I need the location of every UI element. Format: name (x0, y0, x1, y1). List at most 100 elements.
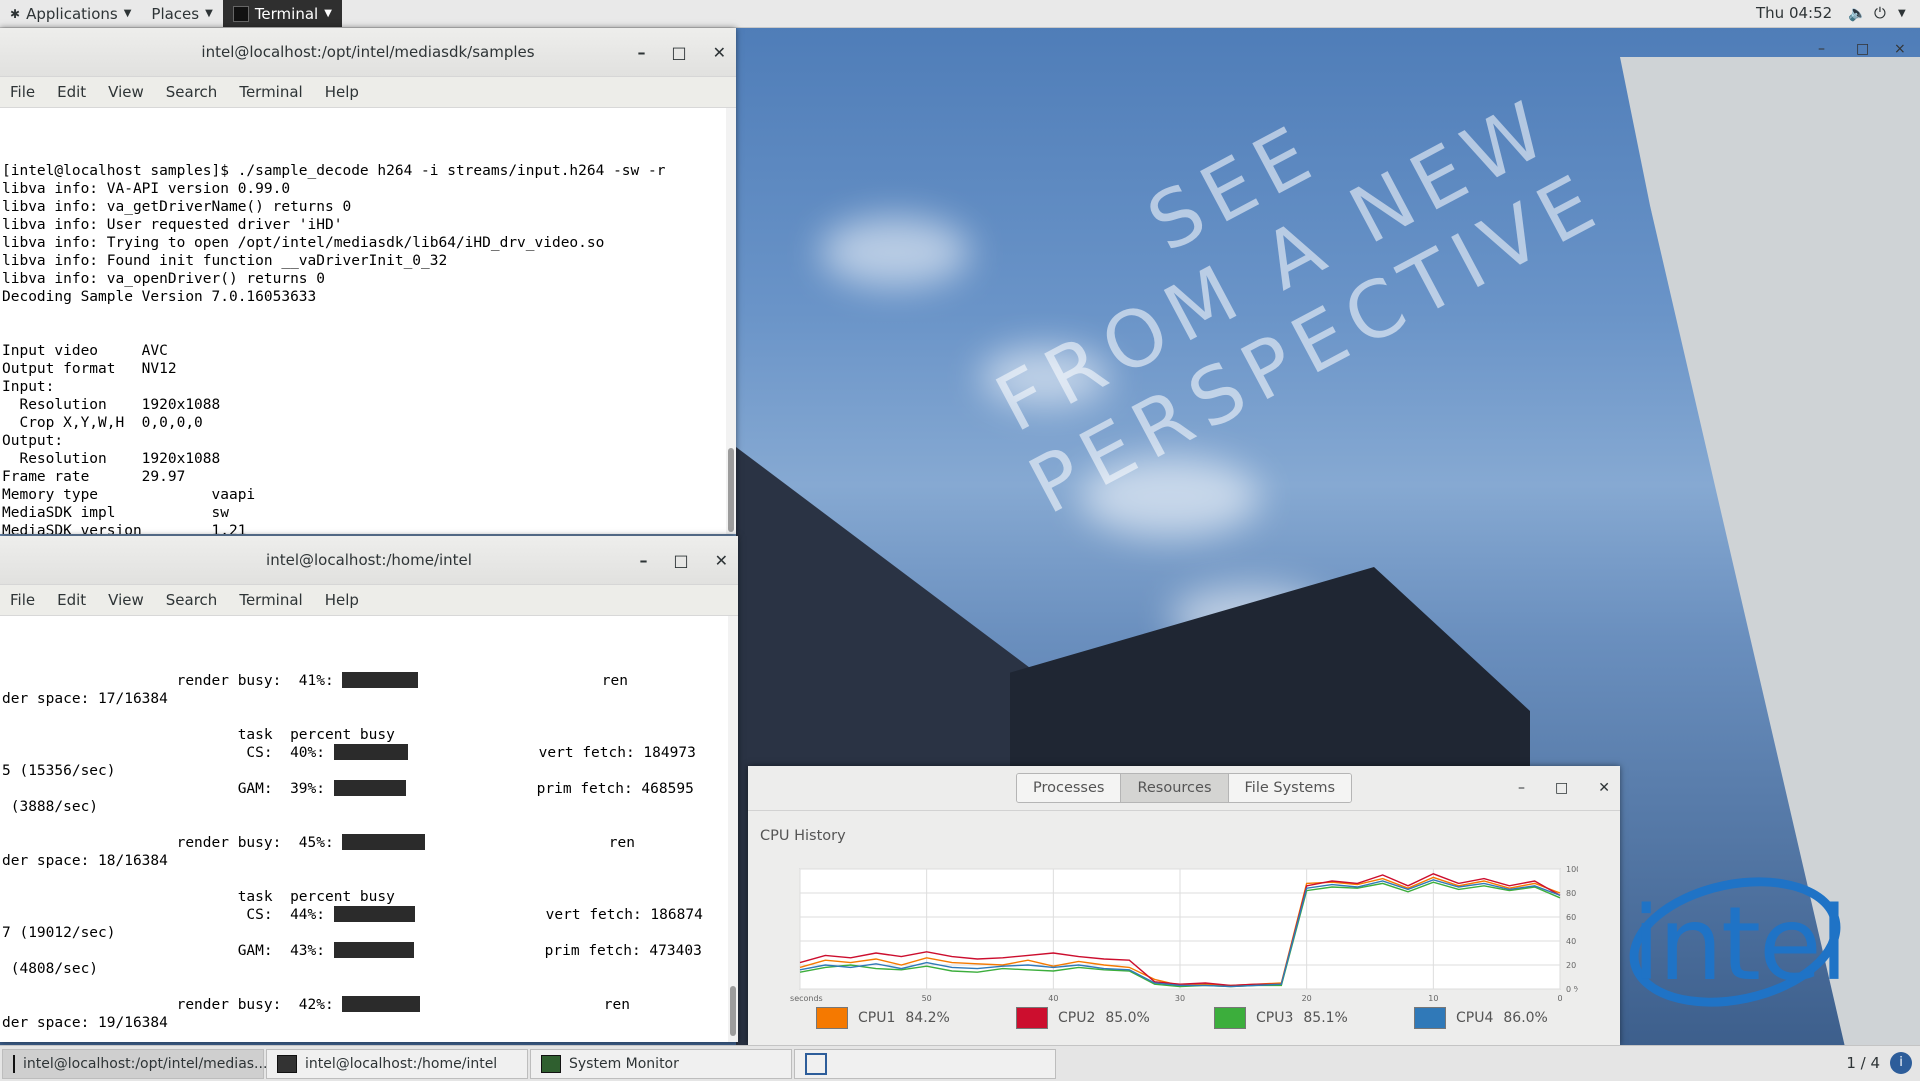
terminal-line (2, 1032, 738, 1044)
terminal-text: vert fetch: 186874 (414, 907, 703, 923)
terminal-output[interactable]: render busy: 41%: ren der space: 17/16384… (0, 616, 738, 1044)
legend-cpu2[interactable]: CPU2 85.0% (1016, 1007, 1150, 1029)
terminal-line: Resolution 1920x1088 (2, 397, 221, 413)
legend-label: CPU3 (1256, 1010, 1294, 1026)
terminal-text: prim fetch: 468595 (405, 781, 694, 797)
legend-value: 86.0% (1503, 1010, 1548, 1026)
legend-cpu1[interactable]: CPU1 84.2% (816, 1007, 950, 1029)
maximize-button[interactable]: □ (671, 43, 686, 62)
legend-cpu3[interactable]: CPU3 85.1% (1214, 1007, 1348, 1029)
system-monitor-window: Processes Resources File Systems – □ ✕ C… (748, 766, 1620, 1045)
terminal-line: MediaSDK version 1.21 (2, 523, 247, 534)
scrollbar-thumb[interactable] (728, 448, 734, 532)
taskbar-item-empty[interactable] (794, 1048, 1056, 1079)
menu-view[interactable]: View (108, 591, 144, 609)
volume-icon[interactable]: 🔈 (1848, 0, 1867, 27)
tab-resources[interactable]: Resources (1121, 774, 1229, 802)
close-button[interactable]: ✕ (715, 551, 728, 570)
close-button[interactable]: ✕ (713, 43, 726, 62)
workspace-switcher[interactable]: 1 / 4 (1846, 1046, 1880, 1081)
scrollbar-thumb[interactable] (730, 986, 736, 1036)
legend-label: CPU4 (1456, 1010, 1494, 1026)
scrollbar[interactable] (726, 108, 736, 534)
busy-bar (342, 672, 419, 688)
menu-terminal[interactable]: Terminal (239, 83, 302, 101)
legend-cpu4[interactable]: CPU4 86.0% (1414, 1007, 1548, 1029)
legend-swatch[interactable] (816, 1007, 848, 1029)
terminal-line: 7 (19012/sec) (2, 924, 738, 942)
legend-swatch[interactable] (1016, 1007, 1048, 1029)
window-titlebar[interactable]: Processes Resources File Systems – □ ✕ (748, 766, 1620, 811)
desktop-close-button[interactable]: × (1894, 36, 1906, 63)
legend-value: 84.2% (905, 1010, 950, 1026)
taskbar-item-terminal-home[interactable]: intel@localhost:/home/intel (266, 1048, 528, 1079)
terminal-line: der space: 17/16384 (2, 690, 738, 708)
terminal-output[interactable]: [intel@localhost samples]$ ./sample_deco… (0, 108, 736, 534)
minimize-button[interactable]: – (637, 43, 645, 62)
taskbar-item-system-monitor[interactable]: System Monitor (530, 1048, 792, 1079)
terminal-text: CS: 44%: (2, 907, 334, 923)
maximize-button[interactable]: □ (673, 551, 688, 570)
terminal-line: task percent busy (2, 726, 738, 744)
window-titlebar[interactable]: intel@localhost:/opt/intel/mediasdk/samp… (0, 28, 736, 77)
notification-icon[interactable]: i (1890, 1052, 1912, 1074)
window-title: intel@localhost:/opt/intel/mediasdk/samp… (201, 43, 535, 61)
terminal-line: MediaSDK impl sw (2, 505, 229, 521)
terminal-line: libva info: va_openDriver() returns 0 (2, 271, 326, 287)
menu-file[interactable]: File (10, 591, 35, 609)
desktop-maximize-button[interactable]: □ (1856, 36, 1869, 63)
terminal-app-label: Terminal (254, 4, 319, 23)
busy-bar (333, 780, 406, 796)
menu-file[interactable]: File (10, 83, 35, 101)
y-tick-label: 60 % (1566, 913, 1578, 922)
terminal-line: CS: 40%: vert fetch: 184973 (2, 744, 738, 762)
intel-logo-text: intel (1632, 885, 1848, 1004)
terminal-text: GAM: 39%: (2, 781, 334, 797)
legend-label: CPU1 (858, 1010, 896, 1026)
cloud (820, 217, 970, 287)
maximize-button[interactable]: □ (1555, 780, 1568, 796)
legend-swatch[interactable] (1214, 1007, 1246, 1029)
taskbar-label: intel@localhost:/home/intel (305, 1055, 498, 1072)
desktop-minimize-button[interactable]: – (1818, 36, 1825, 63)
window-icon (805, 1052, 827, 1075)
legend-value: 85.0% (1105, 1010, 1150, 1026)
busy-bar (333, 744, 408, 760)
busy-bar (342, 996, 421, 1012)
y-tick-label: 0 % (1566, 985, 1578, 994)
menu-terminal[interactable]: Terminal (239, 591, 302, 609)
chevron-down-icon[interactable]: ▼ (1898, 0, 1906, 27)
chevron-down-icon: ▼ (205, 8, 213, 19)
terminal-line: libva info: va_getDriverName() returns 0 (2, 199, 352, 215)
power-icon[interactable]: ⏻ (1874, 0, 1886, 27)
close-button[interactable]: ✕ (1598, 780, 1610, 796)
scrollbar[interactable] (728, 616, 738, 1042)
menu-view[interactable]: View (108, 83, 144, 101)
legend-swatch[interactable] (1414, 1007, 1446, 1029)
terminal-text: ren (425, 835, 635, 851)
terminal-line: Input: (2, 379, 55, 395)
terminal-text: (3888/sec) (2, 799, 99, 815)
menu-edit[interactable]: Edit (57, 591, 86, 609)
window-titlebar[interactable]: intel@localhost:/home/intel – □ ✕ (0, 536, 738, 585)
clock[interactable]: Thu 04:52 (1756, 0, 1832, 27)
terminal-text: der space: 19/16384 (2, 1015, 168, 1031)
minimize-button[interactable]: – (1518, 780, 1525, 796)
places-menu[interactable]: Places ▼ (141, 0, 222, 27)
tab-processes[interactable]: Processes (1016, 774, 1122, 802)
taskbar-item-terminal-samples[interactable]: intel@localhost:/opt/intel/medias... (2, 1048, 267, 1079)
menu-help[interactable]: Help (325, 83, 359, 101)
tab-file-systems[interactable]: File Systems (1228, 774, 1352, 802)
minimize-button[interactable]: – (639, 551, 647, 570)
terminal-line: libva info: User requested driver 'iHD' (2, 217, 343, 233)
menu-help[interactable]: Help (325, 591, 359, 609)
applications-menu[interactable]: ✱ Applications ▼ (0, 0, 141, 27)
menu-search[interactable]: Search (166, 591, 218, 609)
terminal-app-menu[interactable]: Terminal ▼ (222, 0, 342, 27)
menu-search[interactable]: Search (166, 83, 218, 101)
cpu-history-chart: 60 seconds 50 40 30 20 10 0 100 % 80 % 60 % 40 % 20… (788, 865, 1578, 1001)
terminal-text: GAM: 43%: (2, 943, 334, 959)
menu-edit[interactable]: Edit (57, 83, 86, 101)
